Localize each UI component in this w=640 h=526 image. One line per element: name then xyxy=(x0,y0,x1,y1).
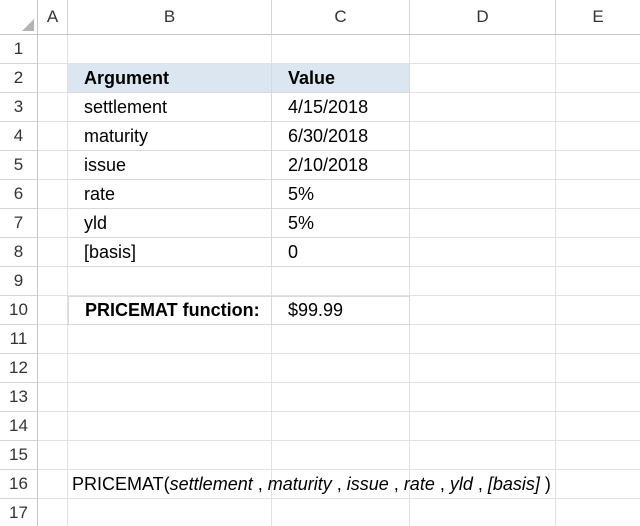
row-header-17[interactable]: 17 xyxy=(0,499,38,526)
table-header-argument[interactable]: Argument xyxy=(68,64,272,93)
syntax-function-name: PRICEMAT( xyxy=(72,474,170,494)
result-label[interactable]: PRICEMAT function: xyxy=(68,296,272,325)
table-cell-value[interactable]: 6/30/2018 xyxy=(272,122,410,151)
syntax-arg: rate xyxy=(403,474,435,494)
row-header-9[interactable]: 9 xyxy=(0,267,38,296)
row-header-2[interactable]: 2 xyxy=(0,64,38,93)
row-header-10[interactable]: 10 xyxy=(0,296,38,325)
column-header-d[interactable]: D xyxy=(410,0,556,35)
column-header-e[interactable]: E xyxy=(556,0,640,35)
row-header-14[interactable]: 14 xyxy=(0,412,38,441)
row-header-11[interactable]: 11 xyxy=(0,325,38,354)
select-all-button[interactable] xyxy=(0,0,38,35)
row-header-3[interactable]: 3 xyxy=(0,93,38,122)
table-header-value[interactable]: Value xyxy=(272,64,410,93)
row-header-12[interactable]: 12 xyxy=(0,354,38,383)
table-cell-value[interactable]: 5% xyxy=(272,209,410,238)
table-cell-value[interactable]: 5% xyxy=(272,180,410,209)
syntax-arg: maturity xyxy=(267,474,332,494)
syntax-arg: settlement xyxy=(169,474,253,494)
row-header-7[interactable]: 7 xyxy=(0,209,38,238)
column-header-a[interactable]: A xyxy=(38,0,68,35)
table-cell-argument[interactable]: [basis] xyxy=(68,238,272,267)
row-header-5[interactable]: 5 xyxy=(0,151,38,180)
syntax-arg: issue xyxy=(346,474,389,494)
column-header-c[interactable]: C xyxy=(272,0,410,35)
function-syntax[interactable]: PRICEMAT(settlement , maturity , issue ,… xyxy=(72,470,551,499)
column-header-b[interactable]: B xyxy=(68,0,272,35)
table-cell-argument[interactable]: rate xyxy=(68,180,272,209)
syntax-arg: [basis] xyxy=(487,474,540,494)
gridline xyxy=(38,382,640,383)
result-value[interactable]: $99.99 xyxy=(272,296,410,325)
syntax-arg: yld xyxy=(449,474,473,494)
select-all-triangle-icon xyxy=(22,19,34,31)
row-header-13[interactable]: 13 xyxy=(0,383,38,412)
gridline xyxy=(555,35,556,526)
table-cell-value[interactable]: 4/15/2018 xyxy=(272,93,410,122)
row-header-8[interactable]: 8 xyxy=(0,238,38,267)
row-header-16[interactable]: 16 xyxy=(0,470,38,499)
row-header-6[interactable]: 6 xyxy=(0,180,38,209)
table-cell-argument[interactable]: yld xyxy=(68,209,272,238)
table-cell-value[interactable]: 0 xyxy=(272,238,410,267)
table-cell-value[interactable]: 2/10/2018 xyxy=(272,151,410,180)
row-header-1[interactable]: 1 xyxy=(0,35,38,64)
table-cell-argument[interactable]: settlement xyxy=(68,93,272,122)
row-header-15[interactable]: 15 xyxy=(0,441,38,470)
gridline xyxy=(38,353,640,354)
gridline xyxy=(38,411,640,412)
table-cell-argument[interactable]: issue xyxy=(68,151,272,180)
spreadsheet-grid: A B C D E 1 2 3 4 5 6 7 8 9 10 11 12 13 … xyxy=(0,0,640,526)
row-header-4[interactable]: 4 xyxy=(0,122,38,151)
syntax-close-paren: ) xyxy=(539,474,551,494)
table-cell-argument[interactable]: maturity xyxy=(68,122,272,151)
gridline xyxy=(38,440,640,441)
